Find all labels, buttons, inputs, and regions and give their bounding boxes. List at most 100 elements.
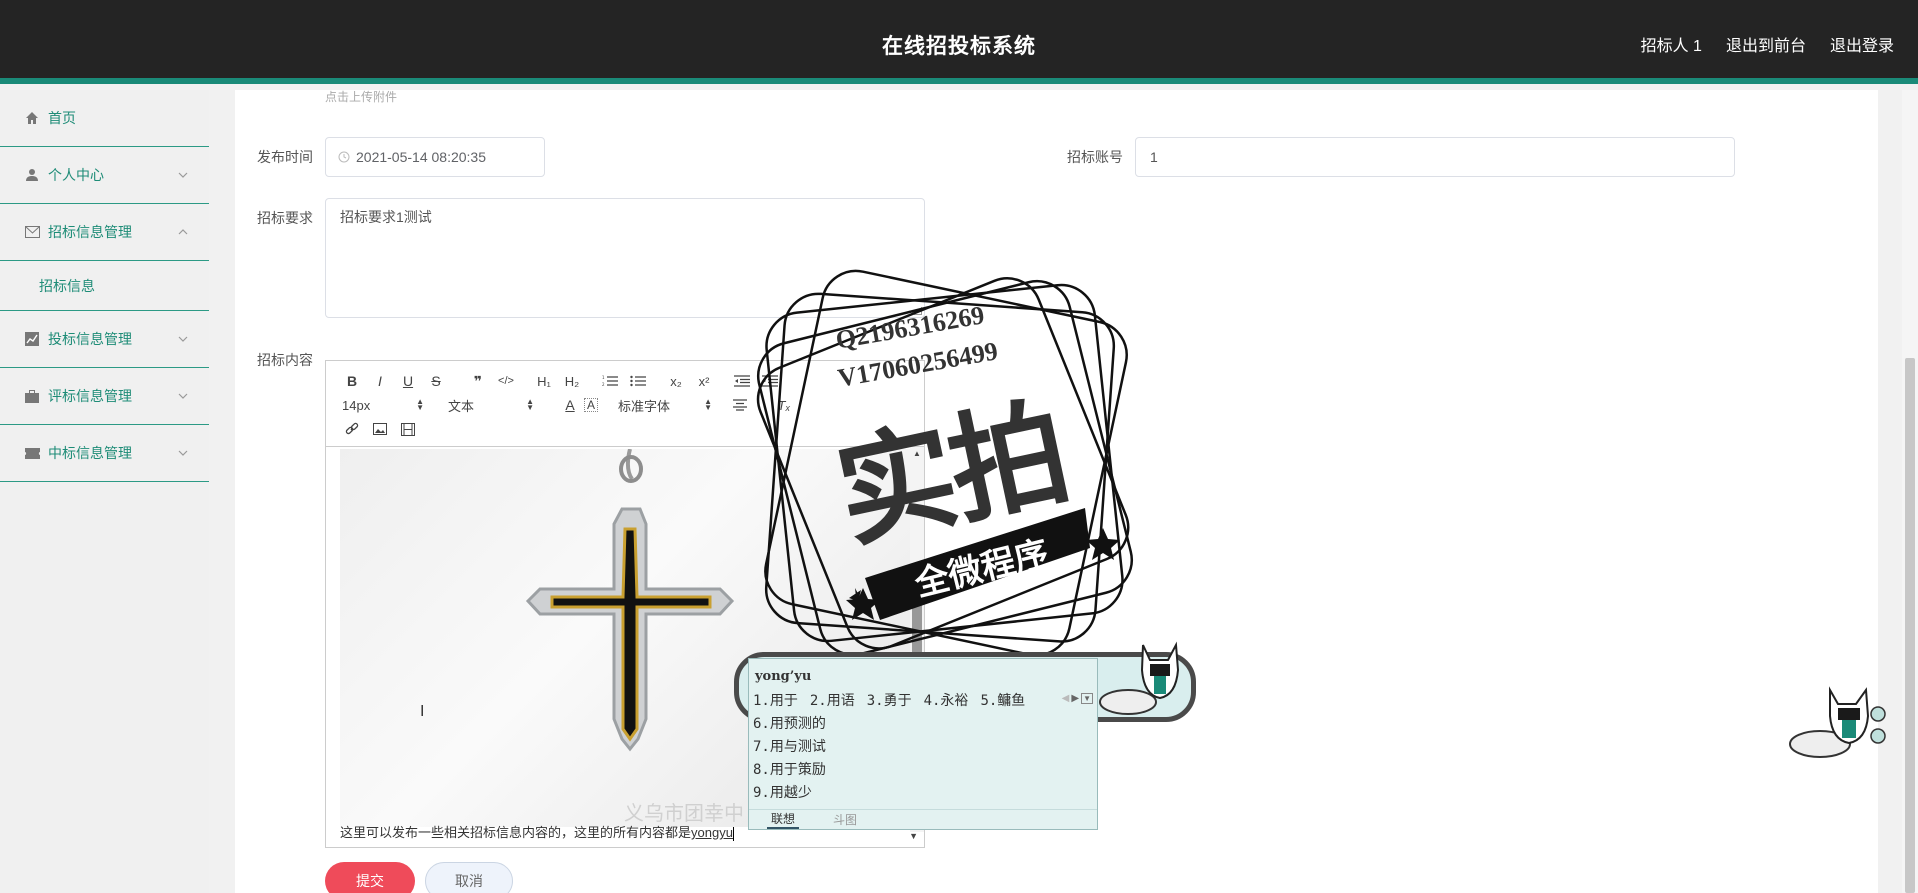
requirement-label: 招标要求 xyxy=(257,210,313,226)
scroll-down-icon[interactable]: ▼ xyxy=(909,831,918,841)
cancel-button[interactable]: 取消 xyxy=(425,862,513,893)
text-cursor-icon: I xyxy=(420,703,425,720)
sidebar-item-label: 投标信息管理 xyxy=(48,331,132,347)
ime-tab-association[interactable]: 联想 xyxy=(767,810,800,829)
background-color-icon[interactable]: A xyxy=(584,398,598,412)
ime-pager: ◀ ▶ ▼ xyxy=(1062,693,1093,704)
font-size-select[interactable]: 14px ▲ ▼ xyxy=(338,393,424,417)
account-value: 1 xyxy=(1150,149,1158,165)
top-header: 在线招投标系统 招标人 1 退出到前台 退出登录 xyxy=(0,0,1918,84)
ordered-list-icon[interactable]: 12 xyxy=(596,369,624,393)
submit-button[interactable]: 提交 xyxy=(325,862,415,893)
ime-candidate[interactable]: 3.勇于 xyxy=(867,690,912,710)
nav-logout-link[interactable]: 退出登录 xyxy=(1830,32,1894,56)
nav-user-link[interactable]: 招标人 1 xyxy=(1641,32,1702,56)
bullet-list-icon[interactable] xyxy=(624,369,652,393)
ime-candidate[interactable]: 5.鳙鱼 xyxy=(980,690,1025,710)
code-block-icon[interactable]: </> xyxy=(492,369,520,393)
ticket-icon xyxy=(24,445,40,461)
mail-icon xyxy=(24,224,40,240)
ime-prev-icon[interactable]: ◀ xyxy=(1062,693,1070,704)
block-format-value: 文本 xyxy=(448,398,475,414)
select-arrows-icon: ▲ ▼ xyxy=(704,397,712,412)
chart-icon xyxy=(24,331,40,347)
underline-icon[interactable]: U xyxy=(394,369,422,393)
ime-candidate-window: yong’yu 1.用于 2.用语 3.勇于 4.永裕 5.鳙鱼 ◀ ▶ ▼ 6… xyxy=(748,658,1098,830)
select-arrows-icon: ▲ ▼ xyxy=(526,397,534,412)
ime-next-icon[interactable]: ▶ xyxy=(1071,693,1079,704)
ime-candidate[interactable]: 4.永裕 xyxy=(924,690,969,710)
page-scrollbar[interactable] xyxy=(1902,90,1918,893)
user-icon xyxy=(24,167,40,183)
system-title: 在线招投标系统 xyxy=(882,35,1036,58)
ime-candidate-row: 1.用于 2.用语 3.勇于 4.永裕 5.鳙鱼 xyxy=(753,690,1025,710)
upload-hint[interactable]: 点击上传附件 xyxy=(325,88,397,105)
video-icon[interactable] xyxy=(394,417,422,441)
content-label: 招标内容 xyxy=(257,352,313,368)
publish-time-input[interactable]: 2021-05-14 08:20:35 xyxy=(325,137,545,177)
editor-paragraph: 这里可以发布一些相关招标信息内容的，这里的所有内容都是yongyu xyxy=(340,822,734,841)
sidebar-subitem-tender-info[interactable]: 招标信息 xyxy=(0,261,209,311)
sidebar-item-label: 中标信息管理 xyxy=(48,445,132,461)
ime-expand-icon[interactable]: ▼ xyxy=(1081,693,1093,704)
ime-candidate[interactable]: 8.用于策励 xyxy=(753,759,826,782)
sidebar-item-label: 首页 xyxy=(48,110,76,126)
sidebar-item-evaluation-info[interactable]: 评标信息管理 xyxy=(0,368,209,425)
publish-time-value: 2021-05-14 08:20:35 xyxy=(356,149,486,165)
italic-icon[interactable]: I xyxy=(366,369,394,393)
clock-icon xyxy=(338,151,350,163)
ime-tabs: 联想 斗图 xyxy=(749,809,1097,829)
font-size-value: 14px xyxy=(342,397,371,413)
strikethrough-icon[interactable]: S xyxy=(422,369,450,393)
font-family-value: 标准字体 xyxy=(618,398,671,414)
sidebar-item-award-info[interactable]: 中标信息管理 xyxy=(0,425,209,482)
floating-mascot-icon[interactable] xyxy=(1786,686,1886,765)
heading-2-icon[interactable]: H₂ xyxy=(558,369,586,393)
superscript-icon[interactable]: x² xyxy=(690,369,718,393)
publish-time-label: 发布时间 xyxy=(257,149,313,165)
ime-candidate[interactable]: 9.用越少 xyxy=(753,782,826,805)
sidebar-item-profile[interactable]: 个人中心 xyxy=(0,147,209,204)
font-family-select[interactable]: 标准字体 ▲ ▼ xyxy=(618,393,712,417)
ime-tab-sticker[interactable]: 斗图 xyxy=(833,811,857,828)
sidebar-item-label: 个人中心 xyxy=(48,167,104,183)
nav-front-link[interactable]: 退出到前台 xyxy=(1726,32,1806,56)
text-caret xyxy=(732,826,734,841)
account-input[interactable]: 1 xyxy=(1135,137,1735,177)
watermark-stamp: Q2196316269 V17060256499 实拍 全微程序 xyxy=(745,258,1170,683)
link-icon[interactable] xyxy=(338,417,366,441)
briefcase-icon xyxy=(24,388,40,404)
image-icon[interactable] xyxy=(366,417,394,441)
sidebar: 首页 个人中心 招标信息管理 招标信息 投标信息管理 评标信息管理 中标信息管理 xyxy=(0,90,209,893)
ime-candidate[interactable]: 6.用预测的 xyxy=(753,713,826,736)
chevron-up-icon xyxy=(178,229,188,235)
ime-candidate[interactable]: 2.用语 xyxy=(810,690,855,710)
ime-candidate[interactable]: 7.用与测试 xyxy=(753,736,826,759)
chevron-down-icon xyxy=(178,336,188,342)
sidebar-item-label: 招标信息管理 xyxy=(48,224,132,240)
ime-composing-text: yongyu xyxy=(691,825,733,840)
header-nav: 招标人 1 退出到前台 退出登录 xyxy=(1641,32,1894,56)
bold-icon[interactable]: B xyxy=(338,369,366,393)
ime-mascot-icon xyxy=(1098,640,1188,723)
heading-1-icon[interactable]: H₁ xyxy=(530,369,558,393)
sidebar-item-bid-info[interactable]: 投标信息管理 xyxy=(0,311,209,368)
sidebar-item-label: 评标信息管理 xyxy=(48,388,132,404)
requirement-value: 招标要求1测试 xyxy=(340,209,432,225)
chevron-down-icon xyxy=(178,393,188,399)
sidebar-item-tender-info[interactable]: 招标信息管理 xyxy=(0,204,209,261)
chevron-down-icon xyxy=(178,172,188,178)
home-icon xyxy=(24,110,40,126)
page-scrollbar-thumb[interactable] xyxy=(1905,358,1915,893)
ime-candidate[interactable]: 1.用于 xyxy=(753,690,798,710)
select-arrows-icon: ▲ ▼ xyxy=(416,397,424,412)
font-color-icon[interactable]: A xyxy=(556,393,584,417)
sidebar-item-home[interactable]: 首页 xyxy=(0,90,209,147)
svg-text:1: 1 xyxy=(602,375,605,380)
svg-text:2: 2 xyxy=(602,382,605,387)
editor-body-text: 这里可以发布一些相关招标信息内容的，这里的所有内容都是 xyxy=(340,825,692,840)
blockquote-icon[interactable]: ❞ xyxy=(464,369,492,393)
subscript-icon[interactable]: x₂ xyxy=(662,369,690,393)
chevron-down-icon xyxy=(178,450,188,456)
block-format-select[interactable]: 文本 ▲ ▼ xyxy=(448,393,534,417)
